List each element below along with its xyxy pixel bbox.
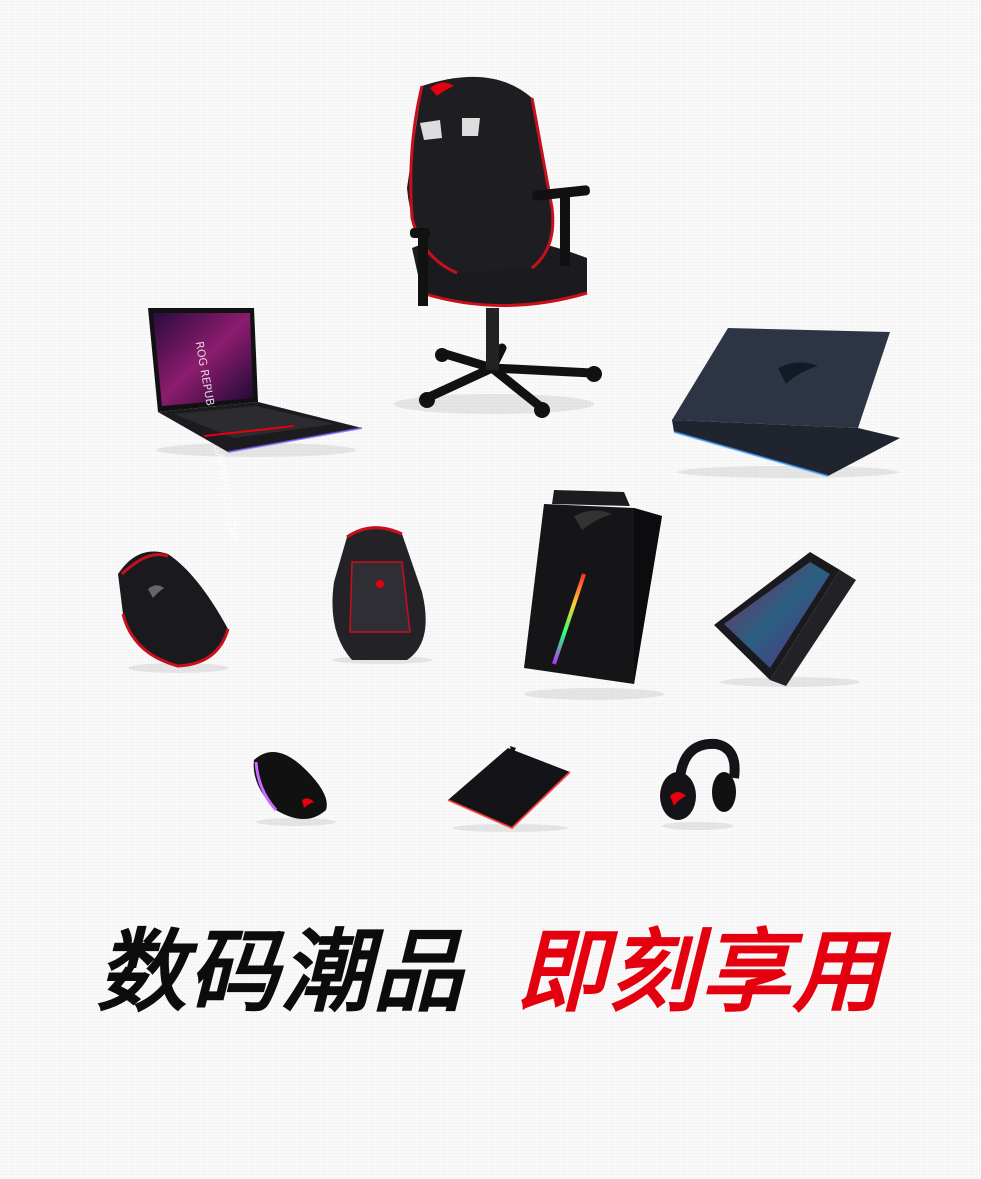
keyboard-icon [714, 552, 860, 687]
desktop-tower-icon [524, 490, 664, 700]
mousepad-icon [447, 746, 571, 832]
promo-headline: 数码潮品 即刻享用 [0, 918, 981, 1028]
backpack-icon [118, 551, 230, 673]
mouse-icon [253, 752, 336, 826]
laptop-closed-image [668, 328, 904, 478]
headline-part2: 即刻享用 [516, 920, 885, 1025]
headline-part1: 数码潮品 [96, 920, 465, 1025]
mousepad-image [444, 744, 572, 832]
desktop-tower-image [514, 484, 666, 706]
gaming-chair-icon [394, 76, 602, 418]
gaming-chair-image [382, 68, 607, 420]
laptop-open-image: ROG REPUBLIC OF GAMERS JOIN THE [144, 306, 364, 543]
backpack-shell-image [108, 544, 233, 674]
laptop-closed-icon [672, 328, 900, 478]
backpack-icon [332, 526, 432, 664]
backpack-large-image [322, 522, 438, 664]
headset-image [654, 738, 740, 830]
headset-icon [660, 738, 740, 830]
mouse-image [246, 740, 338, 828]
keyboard-image [710, 550, 860, 688]
laptop-open-icon: ROG REPUBLIC OF GAMERS JOIN THE [148, 308, 363, 543]
